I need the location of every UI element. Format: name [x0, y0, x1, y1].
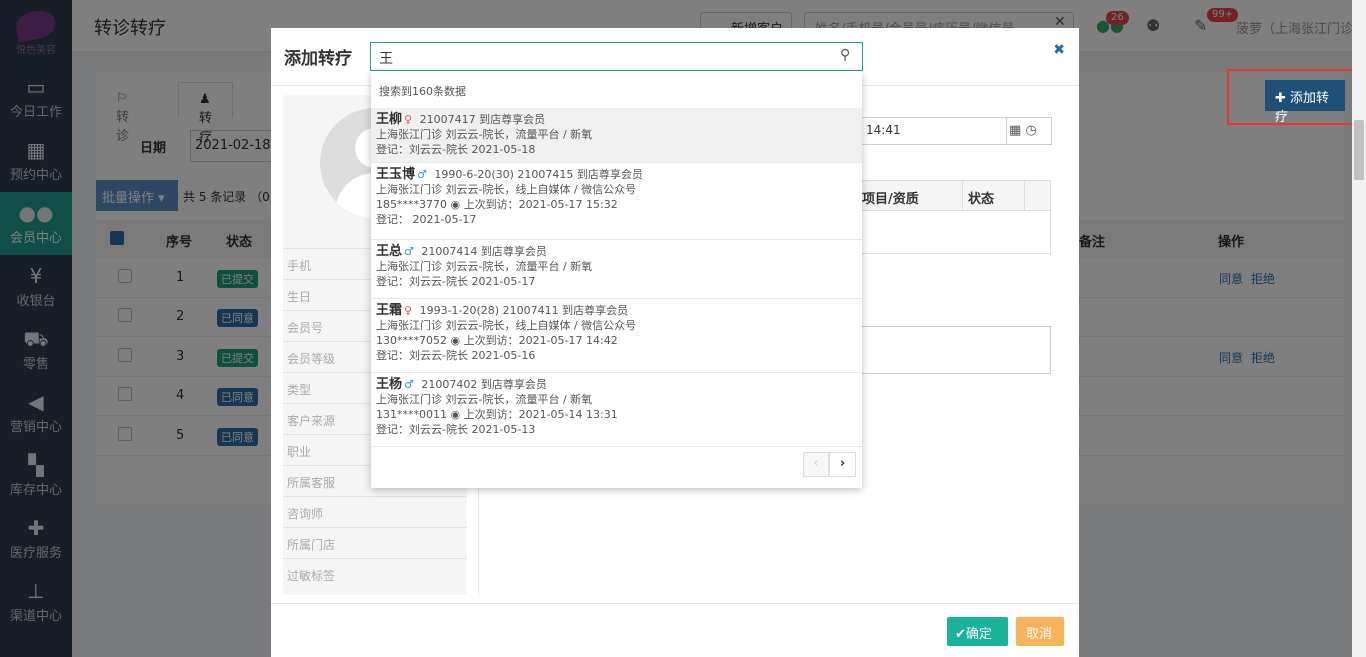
next-page-button[interactable]: ›	[829, 452, 856, 477]
confirm-label: 确定	[965, 627, 992, 642]
result-header: 王柳 ♀ 21007417 到店尊享会员	[376, 112, 857, 127]
cancel-button[interactable]: 取消	[1016, 617, 1064, 646]
female-icon: ♀	[404, 113, 413, 126]
search-result-item[interactable]: 王霜 ♀ 1993-1-20(28) 21007411 到店尊享会员 上海张江门诊…	[371, 299, 862, 373]
prev-page-button[interactable]: ‹	[803, 452, 829, 477]
search-result-item[interactable]: 王柳 ♀ 21007417 到店尊享会员 上海张江门诊 刘云云-院长，流量平台 /…	[371, 108, 862, 163]
result-line: 21007414 到店尊享会员	[421, 245, 547, 258]
female-icon: ♀	[404, 304, 413, 317]
divider	[1024, 181, 1025, 210]
result-line: 21007417 到店尊享会员	[419, 113, 546, 126]
result-count: 搜索到160条数据	[379, 85, 466, 98]
field-consultant: 咨询师	[283, 496, 467, 527]
result-header: 王杨 ♂ 21007402 到店尊享会员	[376, 377, 857, 392]
male-icon: ♂	[404, 245, 414, 258]
field-allergy: 过敏标签	[283, 558, 467, 589]
scrollbar-thumb[interactable]	[1354, 120, 1364, 180]
result-line: 登记： 2021-05-17	[376, 213, 477, 226]
result-line: 登记：刘云云-院长 2021-05-16	[376, 349, 536, 362]
result-line: 上海张江门诊 刘云云-院长，线上自媒体 / 微信公众号	[376, 319, 637, 332]
search-results-dropdown: 搜索到160条数据 王柳 ♀ 21007417 到店尊享会员 上海张江门诊 刘云云…	[371, 71, 862, 488]
result-line: 1990-6-20(30) 21007415 到店尊享会员	[434, 168, 643, 181]
project-table-header: 项目/资质 状态	[862, 181, 1050, 211]
result-name: 王柳	[376, 112, 403, 127]
result-name: 王杨	[376, 377, 403, 392]
result-line: 130****7052 ◉ 上次到访：2021-05-17 14:42	[376, 334, 618, 347]
remark-textarea[interactable]	[861, 326, 1051, 374]
search-result-item[interactable]: 王玉博 ♂ 1990-6-20(30) 21007415 到店尊享会员 上海张江门…	[371, 163, 862, 240]
divider	[962, 181, 963, 210]
result-line: 登记：刘云云-院长 2021-05-13	[376, 423, 536, 436]
result-name: 王总	[376, 244, 403, 259]
search-icon[interactable]: ⚲	[840, 47, 850, 63]
project-table: 项目/资质 状态	[861, 180, 1051, 254]
field-store: 所属门店	[283, 527, 467, 558]
close-icon[interactable]: ✖	[1053, 42, 1065, 58]
result-line: 登记：刘云云-院长 2021-05-17	[376, 275, 536, 288]
result-header: 王霜 ♀ 1993-1-20(28) 21007411 到店尊享会员	[376, 303, 857, 318]
col-status: 状态	[968, 192, 995, 207]
confirm-button[interactable]: ✔确定	[947, 617, 1008, 646]
result-header: 王玉博 ♂ 1990-6-20(30) 21007415 到店尊享会员	[376, 167, 857, 182]
datetime-picker-icons[interactable]: ▦ ◷	[1005, 117, 1052, 145]
result-line: 21007402 到店尊享会员	[421, 378, 547, 391]
result-line: 131****0011 ◉ 上次到访：2021-05-14 13:31	[376, 408, 618, 421]
clock-icon[interactable]: ◷	[1025, 123, 1036, 138]
divider	[271, 603, 1079, 604]
scrollbar[interactable]	[1352, 0, 1366, 657]
result-line: 上海张江门诊 刘云云-院长，流量平台 / 新氧	[376, 393, 593, 406]
datetime-input[interactable]: 14:41	[861, 117, 1007, 145]
result-name: 王霜	[376, 303, 403, 318]
result-line: 185****3770 ◉ 上次到访：2021-05-17 15:32	[376, 198, 618, 211]
male-icon: ♂	[417, 168, 427, 181]
col-project: 项目/资质	[862, 192, 919, 207]
search-result-item[interactable]: 王杨 ♂ 21007402 到店尊享会员 上海张江门诊 刘云云-院长，流量平台 /…	[371, 373, 862, 447]
result-line: 上海张江门诊 刘云云-院长，流量平台 / 新氧	[376, 260, 593, 273]
customer-search-input[interactable]: 王	[370, 42, 863, 71]
calendar-icon[interactable]: ▦	[1009, 123, 1021, 138]
result-line: 1993-1-20(28) 21007411 到店尊享会员	[419, 304, 629, 317]
result-line: 上海张江门诊 刘云云-院长，线上自媒体 / 微信公众号	[376, 183, 637, 196]
result-header: 王总 ♂ 21007414 到店尊享会员	[376, 244, 857, 259]
add-treatment-button-overlay[interactable]: ✚ 添加转疗	[1265, 80, 1345, 125]
modal-title: 添加转疗	[284, 49, 352, 69]
result-name: 王玉博	[376, 167, 416, 182]
result-line: 登记：刘云云-院长 2021-05-18	[376, 143, 536, 156]
search-result-item[interactable]: 王总 ♂ 21007414 到店尊享会员 上海张江门诊 刘云云-院长，流量平台 /…	[371, 240, 862, 299]
male-icon: ♂	[404, 378, 414, 391]
result-line: 上海张江门诊 刘云云-院长，流量平台 / 新氧	[376, 128, 593, 141]
